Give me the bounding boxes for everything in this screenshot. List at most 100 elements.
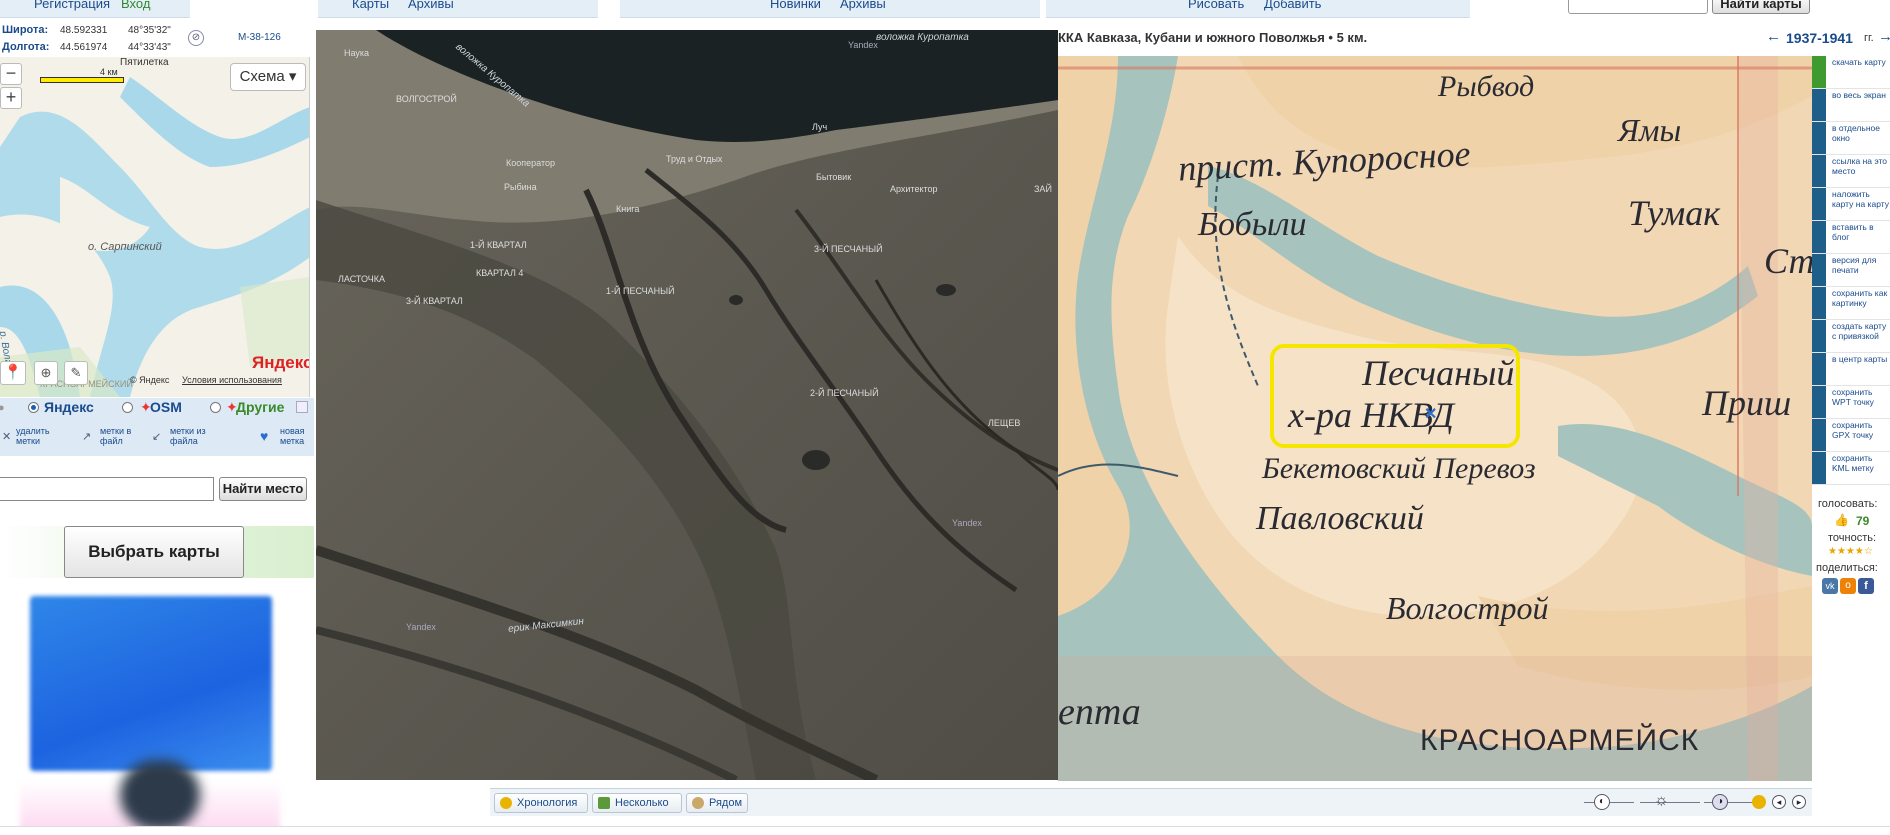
- layer-yandex-label[interactable]: Яндекс: [44, 399, 94, 415]
- layer-others-label[interactable]: Другие: [236, 399, 284, 415]
- kml-icon: [1812, 452, 1826, 484]
- nav-add-link[interactable]: Добавить: [1264, 0, 1321, 11]
- new-mark-button[interactable]: новая метка: [280, 426, 314, 446]
- side-tool-fullscreen[interactable]: во весь экран: [1812, 89, 1890, 122]
- sat-label-leshchev: ЛЕЩЕВ: [988, 418, 1021, 428]
- nav-maps-link[interactable]: Карты: [352, 0, 389, 11]
- register-link[interactable]: Регистрация: [34, 0, 110, 11]
- prev-period-icon[interactable]: ←: [1766, 28, 1781, 45]
- longitude-label: Долгота:: [2, 41, 50, 53]
- side-tool-blog[interactable]: вставить в блог: [1812, 221, 1890, 254]
- compass-icon[interactable]: ⊘: [188, 30, 204, 46]
- side-tool-kml[interactable]: сохранить KML метку: [1812, 452, 1890, 485]
- side-by-side-button[interactable]: Рядом: [686, 793, 748, 813]
- side-tool-label: сохранить как картинку: [1832, 288, 1888, 308]
- sat-label-1pes: 1-Й ПЕСЧАНЫЙ: [606, 286, 675, 296]
- overlay-icon: [1812, 188, 1826, 220]
- new-mark-icon[interactable]: ♥: [260, 428, 268, 444]
- side-tool-label: сохранить WPT точку: [1832, 387, 1874, 407]
- new-window-icon: [1812, 122, 1826, 154]
- sat-label-nauka: Наука: [344, 48, 370, 58]
- place-search-input[interactable]: [0, 477, 214, 501]
- oldmap-label-pavlovsky: Павловский: [1256, 500, 1424, 537]
- marks-toolbar: ✕ удалить метки ↗ метки в файл ↙ метки и…: [0, 420, 314, 456]
- ruler-tool-icon[interactable]: 📍: [0, 361, 26, 385]
- scale-label: 4 км: [100, 67, 118, 77]
- center-marker-icon: ✕: [1424, 406, 1438, 423]
- oldmap-label-volgostroy: Волгострой: [1386, 590, 1549, 626]
- map-type-dropdown[interactable]: Схема ▾: [230, 63, 306, 91]
- accuracy-label: точность:: [1828, 532, 1877, 544]
- map-sheet-code[interactable]: M-38-126: [238, 32, 281, 43]
- minimap[interactable]: − + Пятилетка 4 км Схема ▾ о. Сарпинский…: [0, 57, 310, 397]
- oldmap-label-yamy: Ямы: [1618, 112, 1682, 148]
- side-tool-save-image[interactable]: сохранить как картинку: [1812, 287, 1890, 320]
- sat-label-1kv: 1-Й КВАРТАЛ: [470, 240, 527, 250]
- side-tool-overlay[interactable]: наложить карту на карту: [1812, 188, 1890, 221]
- sat-label-arkhitektor: Архитектор: [890, 184, 938, 194]
- back-icon[interactable]: ◂: [1772, 795, 1786, 809]
- contrast-icon[interactable]: ◐: [1594, 794, 1610, 810]
- side-tool-gpx[interactable]: сохранить GPX точку: [1812, 419, 1890, 452]
- terms-link[interactable]: Условия использования: [182, 375, 282, 385]
- nav-news-link[interactable]: Новинки: [770, 0, 821, 11]
- delete-marks-button[interactable]: удалить метки: [16, 426, 68, 446]
- select-maps-button[interactable]: Выбрать карты: [64, 526, 244, 578]
- nav-archives-link[interactable]: Архивы: [408, 0, 454, 11]
- vk-share-icon[interactable]: vk: [1822, 578, 1838, 594]
- side-tool-print[interactable]: версия для печати: [1812, 254, 1890, 287]
- side-tool-link[interactable]: ссылка на это место: [1812, 155, 1890, 188]
- sync-icon[interactable]: [1752, 795, 1766, 809]
- delete-marks-icon[interactable]: ✕: [2, 430, 11, 443]
- marks-to-file-button[interactable]: метки в файл: [100, 426, 144, 446]
- radio-osm[interactable]: [122, 402, 133, 413]
- measure-icon[interactable]: ✎: [64, 361, 88, 385]
- side-tool-center[interactable]: в центр карты: [1812, 353, 1890, 386]
- nav-segment-tools: [1046, 0, 1470, 18]
- brightness-icon[interactable]: ☼: [1654, 792, 1669, 810]
- marks-from-file-icon[interactable]: ↙: [152, 430, 161, 443]
- layer-osm-label[interactable]: OSM: [150, 399, 182, 415]
- advertisement-blurred[interactable]: [0, 590, 314, 835]
- radio-others[interactable]: [210, 402, 221, 413]
- map-actions-sidebar: скачать карту во весь экран в отдельное ок…: [1812, 56, 1890, 486]
- sat-label-kooperator: Кооператор: [506, 158, 555, 168]
- chronology-label: Хронология: [517, 797, 578, 809]
- layer-expand-icon[interactable]: [296, 401, 308, 413]
- facebook-share-icon[interactable]: f: [1858, 578, 1874, 594]
- thumbs-up-icon[interactable]: 👍: [1834, 513, 1849, 527]
- zoom-area-icon[interactable]: ⊕: [34, 361, 58, 385]
- next-period-icon[interactable]: →: [1878, 28, 1890, 45]
- ok-share-icon[interactable]: o: [1840, 578, 1856, 594]
- marks-to-file-icon[interactable]: ↗: [82, 430, 91, 443]
- footer-divider: [0, 826, 1890, 835]
- years-range[interactable]: 1937-1941: [1786, 30, 1853, 46]
- side-tool-georef[interactable]: создать карту с привязкой: [1812, 320, 1890, 353]
- nav-archives2-link[interactable]: Архивы: [840, 0, 886, 11]
- several-button[interactable]: Несколько: [592, 793, 682, 813]
- marks-from-file-button[interactable]: метки из файла: [170, 426, 216, 446]
- brightness-slider-track[interactable]: [1640, 802, 1700, 803]
- login-link[interactable]: Вход: [121, 0, 150, 11]
- blend-icon[interactable]: ◑: [1712, 794, 1728, 810]
- radio-yandex[interactable]: [28, 402, 39, 413]
- accuracy-stars[interactable]: ★★★★☆: [1828, 546, 1873, 557]
- side-tool-download[interactable]: скачать карту: [1812, 56, 1890, 89]
- link-icon: [1812, 155, 1826, 187]
- find-maps-button[interactable]: Найти карты: [1712, 0, 1810, 14]
- map-search-input[interactable]: [1568, 0, 1708, 14]
- sat-label-lastochka: ЛАСТОЧКА: [338, 274, 386, 284]
- chronology-button[interactable]: Хронология: [494, 793, 588, 813]
- historical-map[interactable]: Рыбвод прист. Купоросное Ямы Бобыли Тума…: [1058, 56, 1812, 781]
- zoom-out-button[interactable]: −: [0, 63, 22, 85]
- center-icon: [1812, 353, 1826, 385]
- side-tool-new-window[interactable]: в отдельное окно: [1812, 122, 1890, 155]
- nav-draw-link[interactable]: Рисовать: [1188, 0, 1244, 11]
- forward-icon[interactable]: ▸: [1792, 795, 1806, 809]
- side-tool-wpt[interactable]: сохранить WPT точку: [1812, 386, 1890, 419]
- find-place-button[interactable]: Найти место: [219, 477, 307, 501]
- chronology-icon: [500, 797, 512, 809]
- longitude-decimal: 44.561974: [60, 42, 108, 53]
- satellite-map[interactable]: воложка Куропатка воложка Куропатка Наук…: [316, 30, 1058, 780]
- zoom-in-button[interactable]: +: [0, 87, 22, 109]
